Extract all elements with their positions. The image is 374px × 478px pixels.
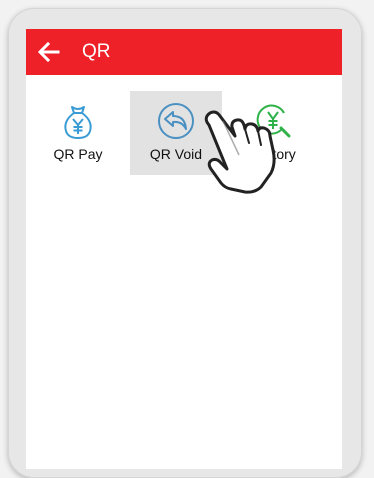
- app-screen: QR QR Pay QR Void History: [26, 29, 342, 469]
- money-bag-yen-icon: [64, 106, 92, 140]
- action-grid: QR Pay QR Void History: [26, 91, 342, 175]
- history-label: History: [252, 146, 296, 162]
- page-title: QR: [82, 41, 111, 62]
- qr-void-label: QR Void: [149, 146, 203, 162]
- undo-circle-icon: [158, 103, 194, 139]
- qr-pay-button[interactable]: QR Pay: [32, 91, 124, 175]
- qr-pay-label: QR Pay: [53, 146, 103, 162]
- yen-search-icon: [256, 104, 291, 138]
- qr-void-button[interactable]: QR Void: [130, 91, 222, 175]
- history-button[interactable]: History: [228, 91, 320, 175]
- arrow-left-icon: [38, 42, 60, 62]
- app-bar: QR: [26, 29, 342, 75]
- back-button[interactable]: [26, 29, 72, 75]
